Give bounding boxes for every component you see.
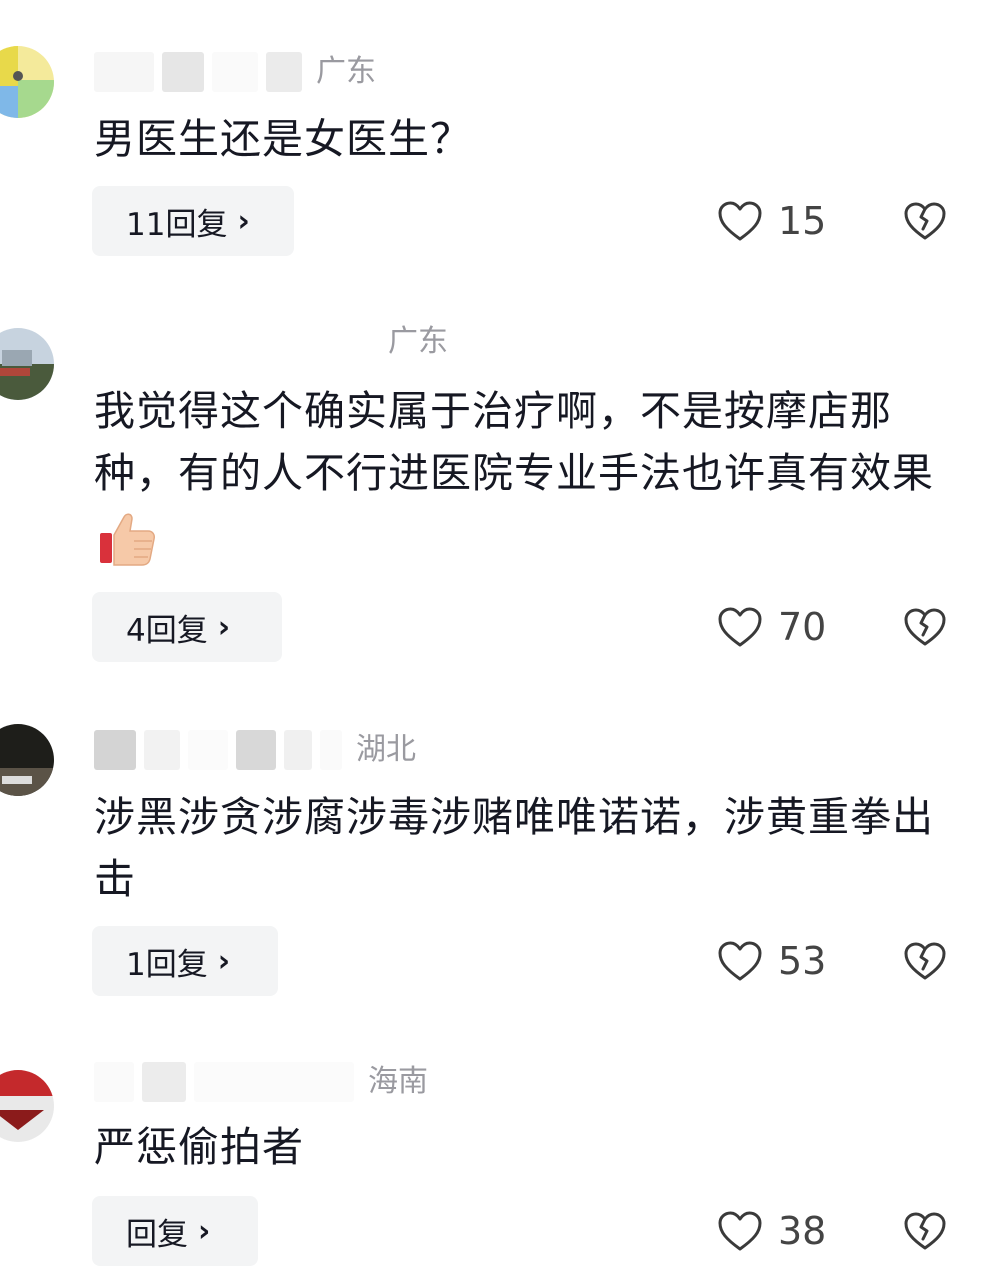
broken-heart-icon bbox=[904, 202, 946, 240]
dislike-button[interactable] bbox=[902, 1196, 948, 1266]
reply-button[interactable]: 回复 › bbox=[92, 1196, 258, 1266]
username-redaction bbox=[284, 730, 312, 770]
like-count: 15 bbox=[778, 199, 827, 243]
dislike-button[interactable] bbox=[902, 592, 948, 662]
username-redaction bbox=[144, 730, 180, 770]
username-redaction bbox=[94, 322, 374, 362]
chevron-right-icon: › bbox=[217, 943, 231, 979]
username-redaction bbox=[162, 52, 204, 92]
broken-heart-icon bbox=[904, 1212, 946, 1250]
like-count: 70 bbox=[778, 605, 827, 649]
reply-button[interactable]: 1回复 › bbox=[92, 926, 278, 996]
thumbs-up-emoji-icon bbox=[96, 507, 158, 569]
reply-label: 4回复 bbox=[126, 612, 208, 649]
reply-button[interactable]: 4回复 › bbox=[92, 592, 282, 662]
broken-heart-icon bbox=[904, 608, 946, 646]
like-count: 53 bbox=[778, 939, 827, 983]
chevron-right-icon: › bbox=[217, 609, 231, 645]
broken-heart-icon bbox=[904, 942, 946, 980]
comment-text: 严惩偷拍者 bbox=[94, 1123, 304, 1171]
comment-text: 男医生还是女医生？ bbox=[94, 115, 472, 163]
username-redaction bbox=[94, 52, 154, 92]
heart-outline-icon bbox=[718, 201, 762, 241]
comment-meta: 湖北 bbox=[94, 728, 416, 772]
dislike-button[interactable] bbox=[902, 926, 948, 996]
dislike-button[interactable] bbox=[902, 186, 948, 256]
heart-outline-icon bbox=[718, 607, 762, 647]
avatar[interactable] bbox=[0, 328, 54, 400]
heart-outline-icon bbox=[718, 941, 762, 981]
reply-button[interactable]: 11回复 › bbox=[92, 186, 294, 256]
like-button[interactable]: 15 bbox=[716, 186, 826, 256]
username-redaction bbox=[236, 730, 276, 770]
comment-text: 涉黑涉贪涉腐涉毒涉赌唯唯诺诺，涉黄重拳出击 bbox=[94, 793, 934, 903]
username-redaction bbox=[94, 1062, 134, 1102]
heart-outline-icon bbox=[718, 1211, 762, 1251]
chevron-right-icon: › bbox=[198, 1213, 211, 1249]
region-label: 广东 bbox=[388, 324, 448, 359]
comment-meta: 广东 bbox=[94, 50, 376, 94]
username-redaction bbox=[212, 52, 258, 92]
username-redaction bbox=[94, 730, 136, 770]
like-button[interactable]: 38 bbox=[716, 1196, 826, 1266]
avatar[interactable] bbox=[0, 1070, 54, 1142]
comment-meta: 广东 bbox=[94, 320, 448, 364]
region-label: 海南 bbox=[368, 1064, 428, 1099]
username-redaction bbox=[194, 1062, 354, 1102]
chevron-right-icon: › bbox=[237, 203, 250, 239]
avatar[interactable] bbox=[0, 46, 54, 118]
username-redaction bbox=[266, 52, 302, 92]
username-redaction bbox=[142, 1062, 186, 1102]
comment-meta: 海南 bbox=[94, 1060, 428, 1104]
comment-body: 我觉得这个确实属于治疗啊，不是按摩店那种，有的人不行进医院专业手法也许真有效果 bbox=[94, 387, 934, 497]
like-button[interactable]: 53 bbox=[716, 926, 826, 996]
username-redaction bbox=[320, 730, 342, 770]
like-count: 38 bbox=[778, 1209, 827, 1253]
like-button[interactable]: 70 bbox=[716, 592, 826, 662]
avatar[interactable] bbox=[0, 724, 54, 796]
region-label: 广东 bbox=[316, 54, 376, 89]
reply-label: 回复 bbox=[126, 1216, 188, 1253]
region-label: 湖北 bbox=[356, 732, 416, 767]
reply-label: 1回复 bbox=[126, 946, 208, 983]
username-redaction bbox=[188, 730, 228, 770]
comment-text: 我觉得这个确实属于治疗啊，不是按摩店那种，有的人不行进医院专业手法也许真有效果 bbox=[94, 380, 959, 569]
reply-label: 11回复 bbox=[126, 206, 228, 243]
